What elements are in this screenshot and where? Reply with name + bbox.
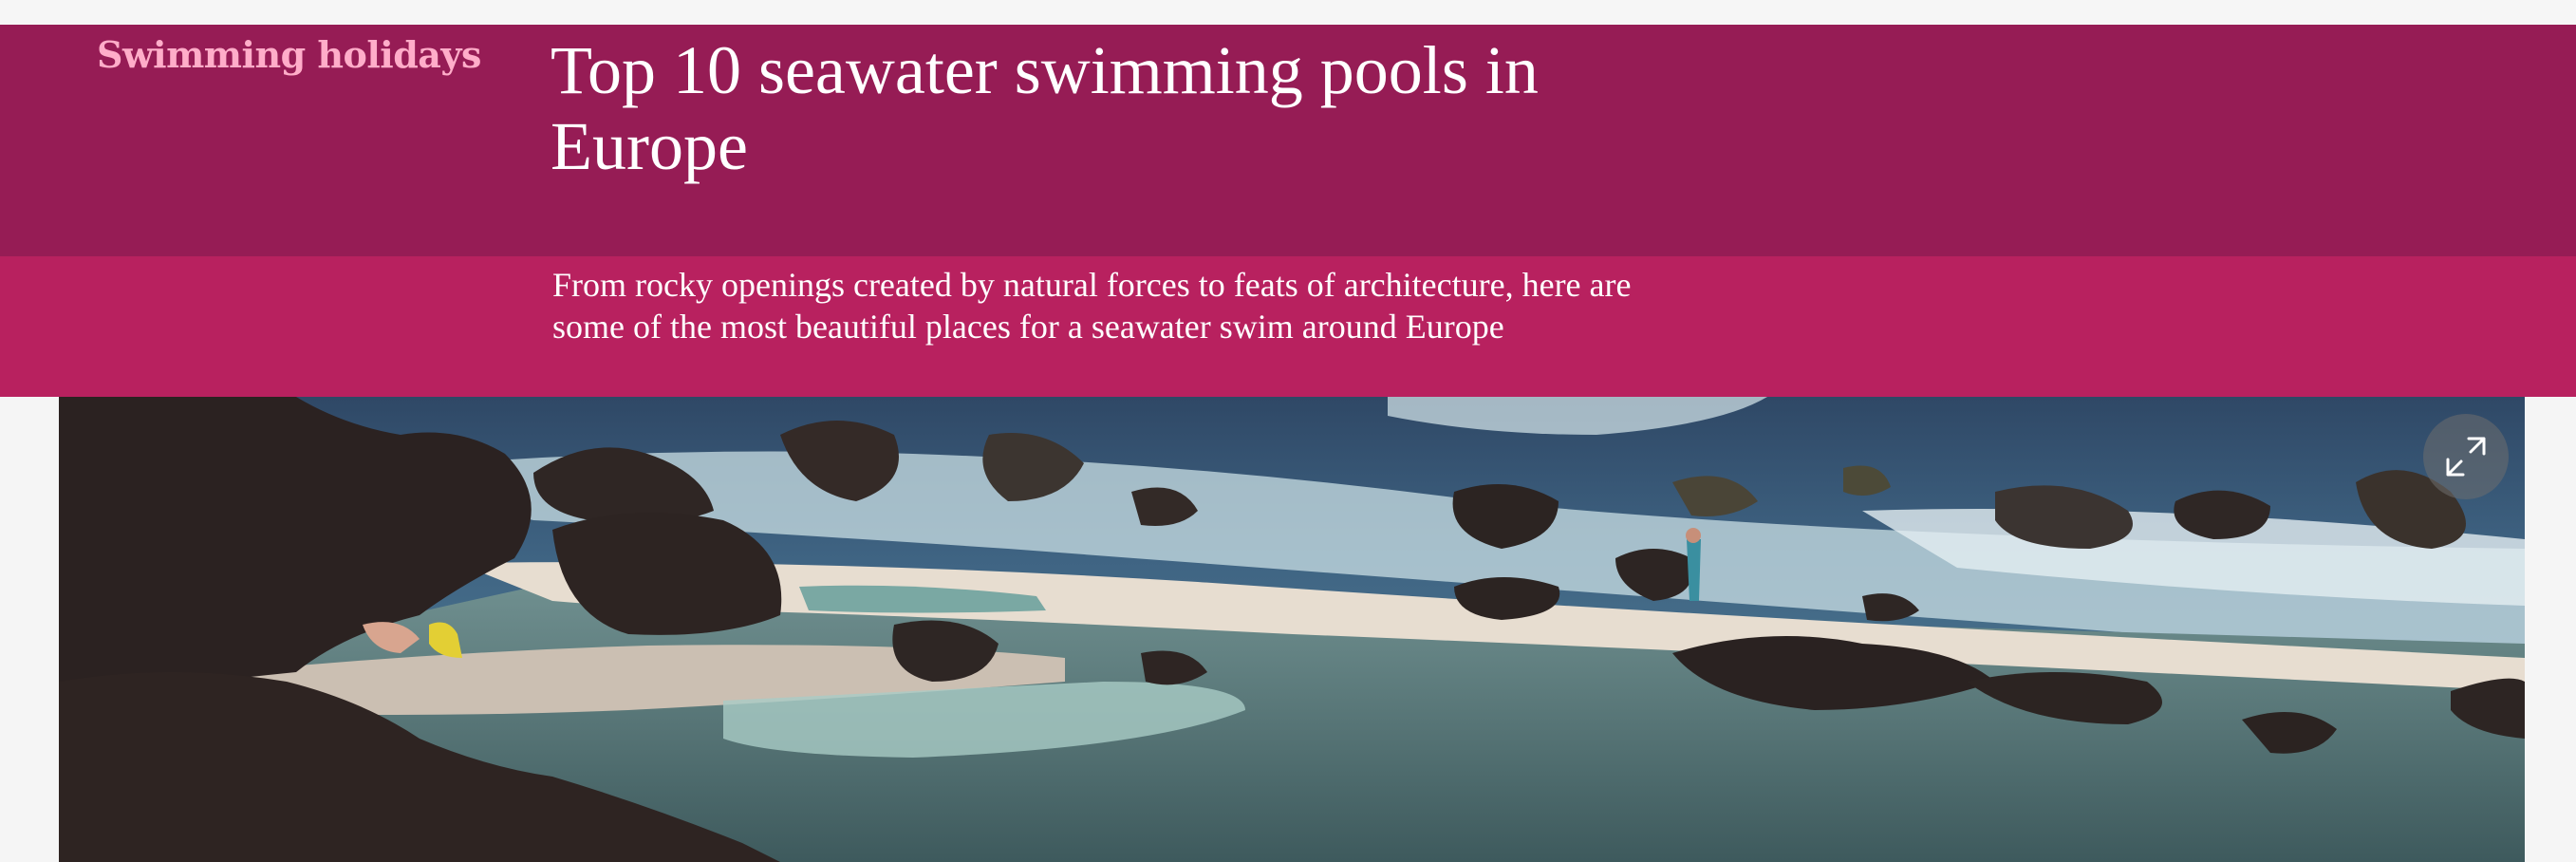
hero-image bbox=[59, 397, 2525, 862]
section-kicker-link[interactable]: Swimming holidays bbox=[97, 28, 481, 82]
top-strip bbox=[0, 0, 2576, 25]
expand-image-button[interactable] bbox=[2423, 414, 2509, 499]
article-headline: Top 10 seawater swimming pools in Europe bbox=[551, 32, 1539, 184]
hero-photo-seawater-pools bbox=[59, 397, 2525, 862]
article-standfirst: From rocky openings created by natural f… bbox=[552, 266, 1632, 346]
page-margin-right bbox=[2525, 397, 2576, 862]
page-margin-left bbox=[0, 397, 59, 862]
expand-arrows-icon bbox=[2446, 437, 2486, 477]
